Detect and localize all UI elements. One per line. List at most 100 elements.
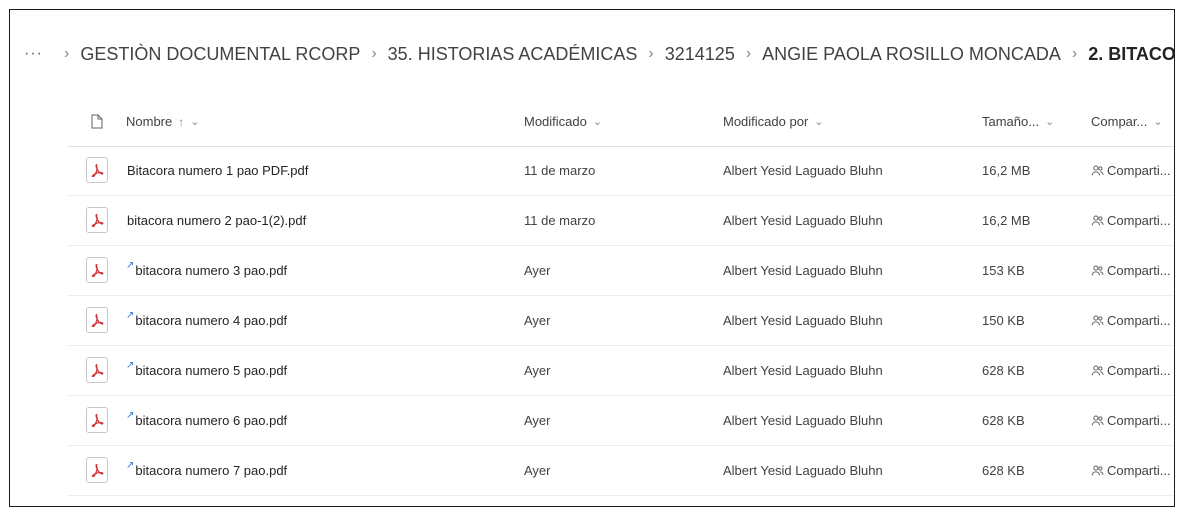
sharing-label: Comparti... [1107,462,1171,478]
sharing-status-inner: Comparti... [1091,213,1171,228]
new-file-indicator-icon: ↗ [126,359,135,371]
modified-by: Albert Yesid Laguado Bluhn [723,262,883,278]
pdf-file-icon-cell [86,196,108,244]
chevron-right-icon: › [1071,45,1078,62]
file-name-cell[interactable]: bitacora numero 2 pao-1(2).pdf [126,196,306,244]
modified-date: 11 de marzo [524,162,596,178]
pdf-icon [86,357,108,383]
sharing-status-inner: Comparti... [1091,413,1171,428]
breadcrumb-item-angie-paola[interactable]: ANGIE PAOLA ROSILLO MONCADA [762,44,1061,65]
file-row[interactable]: ↗ bitacora numero 7 pao.pdf Ayer Albert … [68,446,1174,496]
file-icon [91,114,103,129]
sharing-label: Comparti... [1107,162,1171,178]
people-share-icon [1091,365,1104,375]
sharing-status[interactable]: Comparti... [1091,346,1171,394]
file-name[interactable]: bitacora numero 3 pao.pdf [135,263,287,278]
breadcrumb-overflow-button[interactable]: ··· [24,45,43,63]
sharing-status[interactable]: Comparti... [1091,396,1171,444]
pdf-file-icon-cell [86,146,108,194]
chevron-right-icon: › [648,45,654,62]
file-name-cell[interactable]: ↗ bitacora numero 4 pao.pdf [126,296,287,344]
breadcrumb-item-historias-academicas[interactable]: 35. HISTORIAS ACADÉMICAS [388,44,638,65]
file-name[interactable]: bitacora numero 4 pao.pdf [135,313,287,328]
column-header-modified[interactable]: Modificado ⌄ [524,97,602,146]
file-type-column-header[interactable] [91,97,103,146]
file-name[interactable]: bitacora numero 7 pao.pdf [135,463,287,478]
modified-by: Albert Yesid Laguado Bluhn [723,412,883,428]
sharing-status-inner: Comparti... [1091,363,1171,378]
column-header-size[interactable]: Tamaño... ⌄ [982,97,1054,146]
modified-date: Ayer [524,462,551,478]
breadcrumb-item-3214125[interactable]: 3214125 [665,44,735,65]
file-name[interactable]: bitacora numero 6 pao.pdf [135,413,287,428]
people-share-icon [1091,165,1104,175]
modified-date: Ayer [524,262,551,278]
chevron-right-icon: › [745,45,752,62]
sharing-status[interactable]: Comparti... [1091,296,1171,344]
column-header-sharing[interactable]: Compar... ⌄ [1091,97,1163,146]
column-header-modified-by-label: Modificado por [723,114,809,129]
sharing-label: Comparti... [1107,212,1171,228]
file-row[interactable]: Bitacora numero 1 pao PDF.pdf 11 de marz… [68,146,1174,196]
file-row[interactable]: ↗ bitacora numero 6 pao.pdf Ayer Albert … [68,396,1174,446]
sharing-label: Comparti... [1107,312,1171,328]
chevron-down-icon: ⌄ [814,116,824,128]
file-size: 153 KB [982,262,1025,278]
modified-by: Albert Yesid Laguado Bluhn [723,162,883,178]
chevron-down-icon: ⌄ [190,116,200,128]
new-file-indicator-icon: ↗ [126,459,135,471]
pdf-icon [86,207,108,233]
chevron-right-icon: › [371,45,377,62]
sharing-label: Comparti... [1107,262,1171,278]
modified-date: Ayer [524,362,551,378]
pdf-file-icon-cell [86,246,108,294]
people-share-icon [1091,265,1104,275]
file-size: 16,2 MB [982,162,1031,178]
pdf-file-icon-cell [86,446,108,494]
sharing-label: Comparti... [1107,412,1171,428]
file-name-cell[interactable]: Bitacora numero 1 pao PDF.pdf [126,146,308,194]
sharing-status[interactable]: Comparti... [1091,146,1171,194]
new-file-indicator-icon: ↗ [126,259,135,271]
sharing-status[interactable]: Comparti... [1091,446,1171,494]
file-row[interactable]: ↗ bitacora numero 5 pao.pdf Ayer Albert … [68,346,1174,396]
column-header-modified-by[interactable]: Modificado por ⌄ [723,97,824,146]
column-header-sharing-label: Compar... [1091,114,1148,129]
sharing-status-inner: Comparti... [1091,263,1171,278]
sharing-status-inner: Comparti... [1091,313,1171,328]
file-name-cell[interactable]: ↗ bitacora numero 5 pao.pdf [126,346,287,394]
file-row[interactable]: bitacora numero 2 pao-1(2).pdf 11 de mar… [68,196,1174,246]
file-name[interactable]: bitacora numero 5 pao.pdf [135,363,287,378]
new-file-indicator-icon: ↗ [126,409,135,421]
sharing-status-inner: Comparti... [1091,463,1171,478]
file-size: 628 KB [982,362,1025,378]
column-header-name-label: Nombre [126,114,173,129]
file-row[interactable]: ↗ bitacora numero 3 pao.pdf Ayer Albert … [68,246,1174,296]
breadcrumb-item-gestion-documental[interactable]: GESTIÒN DOCUMENTAL RCORP [80,44,360,65]
file-name-cell[interactable]: ↗ bitacora numero 3 pao.pdf [126,246,287,294]
people-share-icon [1091,315,1104,325]
breadcrumb: ··· › GESTIÒN DOCUMENTAL RCORP › 35. HIS… [10,10,1174,98]
sharing-status-inner: Comparti... [1091,163,1171,178]
sharing-status[interactable]: Comparti... [1091,196,1171,244]
pdf-icon [86,407,108,433]
pdf-icon [86,457,108,483]
file-name[interactable]: bitacora numero 2 pao-1(2).pdf [127,213,306,228]
chevron-down-icon: ⌄ [1045,116,1055,128]
modified-date: Ayer [524,312,551,328]
file-name-cell[interactable]: ↗ bitacora numero 6 pao.pdf [126,396,287,444]
file-list: Bitacora numero 1 pao PDF.pdf 11 de marz… [68,146,1174,496]
column-header-size-label: Tamaño... [982,114,1040,129]
pdf-file-icon-cell [86,346,108,394]
file-name[interactable]: Bitacora numero 1 pao PDF.pdf [127,163,308,178]
column-header-row: Nombre ↑ ⌄ Modificado ⌄ Modificado por ⌄… [68,97,1174,147]
people-share-icon [1091,415,1104,425]
sharing-label: Comparti... [1107,362,1171,378]
sharing-status[interactable]: Comparti... [1091,246,1171,294]
column-header-modified-label: Modificado [524,114,587,129]
file-name-cell[interactable]: ↗ bitacora numero 7 pao.pdf [126,446,287,494]
modified-date: Ayer [524,412,551,428]
column-header-name[interactable]: Nombre ↑ ⌄ [126,97,199,146]
chevron-down-icon: ⌄ [592,116,603,128]
file-row[interactable]: ↗ bitacora numero 4 pao.pdf Ayer Albert … [68,296,1174,346]
